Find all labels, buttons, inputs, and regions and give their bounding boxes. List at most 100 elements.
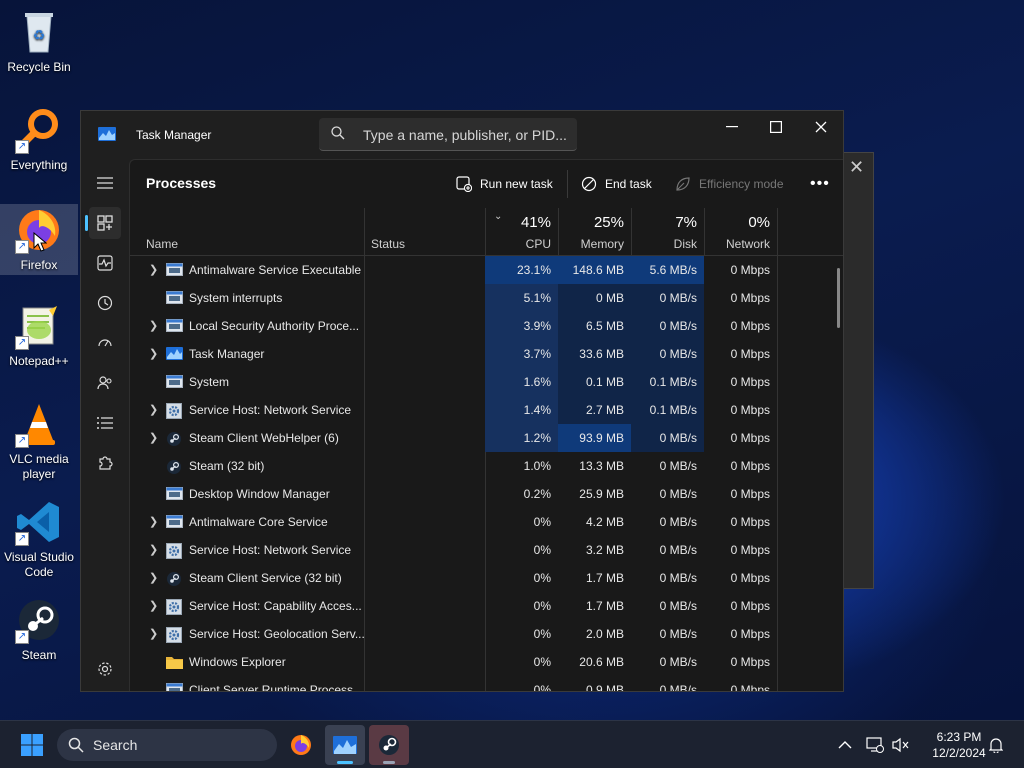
desktop-icon-everything[interactable]: ↗ Everything bbox=[0, 106, 78, 173]
service-icon bbox=[166, 375, 183, 391]
process-row[interactable]: ❯ Task Manager 3.7% 33.6 MB 0 MB/s 0 Mbps bbox=[130, 340, 843, 368]
service-icon bbox=[166, 263, 183, 279]
process-row[interactable]: ❯ Service Host: Network Service 1.4% 2.7 MB… bbox=[130, 396, 843, 424]
column-disk[interactable]: Disk bbox=[631, 237, 697, 251]
process-row[interactable]: Windows Explorer 0% 20.6 MB 0 MB/s 0 Mbps bbox=[130, 648, 843, 676]
start-button[interactable] bbox=[12, 725, 52, 765]
show-hidden-icons-button[interactable] bbox=[825, 725, 865, 765]
process-row[interactable]: ❯ Antimalware Service Executable 23.1% 148.… bbox=[130, 256, 843, 284]
chevron-right-icon[interactable]: ❯ bbox=[149, 403, 158, 416]
process-memory: 13.3 MB bbox=[579, 459, 624, 473]
process-name: Service Host: Network Service bbox=[189, 403, 352, 417]
process-disk: 0.1 MB/s bbox=[631, 396, 704, 424]
process-cpu: 0% bbox=[533, 571, 551, 585]
gear-icon bbox=[166, 599, 182, 618]
process-row[interactable]: Desktop Window Manager 0.2% 25.9 MB 0 MB/s 0… bbox=[130, 480, 843, 508]
process-row[interactable]: Steam (32 bit) 1.0% 13.3 MB 0 MB/s 0 Mbps bbox=[130, 452, 843, 480]
minimize-icon bbox=[726, 126, 738, 128]
taskbar-search[interactable]: Search bbox=[57, 729, 277, 761]
desktop-icon-vscode[interactable]: ↗ Visual Studio Code bbox=[0, 498, 78, 580]
nav-processes[interactable] bbox=[85, 207, 121, 239]
search-icon bbox=[331, 126, 345, 145]
desktop-icon-steam[interactable]: ↗ Steam bbox=[0, 596, 78, 663]
process-row[interactable]: ❯ Antimalware Core Service 0% 4.2 MB 0 MB/s 0… bbox=[130, 508, 843, 536]
process-row[interactable]: ❯ Service Host: Network Service 0% 3.2 MB 0 … bbox=[130, 536, 843, 564]
nav-app-history[interactable] bbox=[89, 287, 121, 319]
process-memory: 0.1 MB bbox=[558, 368, 631, 396]
run-new-task-button[interactable]: Run new task bbox=[456, 160, 553, 208]
maximize-button[interactable] bbox=[753, 111, 799, 143]
process-row[interactable]: ❯ Local Security Authority Proce... 3.9% 6.… bbox=[130, 312, 843, 340]
notifications-button[interactable] bbox=[982, 725, 1010, 765]
search-icon bbox=[68, 737, 84, 753]
desktop-icon-notepadpp[interactable]: ↗ Notepad++ bbox=[0, 302, 78, 369]
hamburger-menu-button[interactable] bbox=[89, 167, 121, 199]
desktop-icon-recycle-bin[interactable]: ♻ Recycle Bin bbox=[0, 8, 78, 75]
column-cpu-percent[interactable]: 41% bbox=[485, 214, 551, 231]
scrollbar-thumb[interactable] bbox=[837, 268, 840, 328]
chevron-right-icon[interactable]: ❯ bbox=[149, 543, 158, 556]
process-row[interactable]: ❯ Service Host: Geolocation Serv... 0% 2.0 … bbox=[130, 620, 843, 648]
taskmanager-icon bbox=[166, 347, 183, 363]
chevron-right-icon[interactable]: ❯ bbox=[149, 571, 158, 584]
process-cpu: 0% bbox=[533, 655, 551, 669]
running-indicator bbox=[337, 761, 353, 764]
process-disk: 0 MB/s bbox=[659, 515, 697, 529]
end-task-button[interactable]: End task bbox=[581, 160, 652, 208]
column-network-percent[interactable]: 0% bbox=[704, 214, 770, 231]
task-manager-window: Task Manager Type a name, publisher, or … bbox=[80, 110, 844, 692]
process-memory: 33.6 MB bbox=[558, 340, 631, 368]
process-disk: 0 MB/s bbox=[659, 599, 697, 613]
chevron-right-icon[interactable]: ❯ bbox=[149, 515, 158, 528]
process-row[interactable]: ❯ Steam Client WebHelper (6) 1.2% 93.9 MB 0 … bbox=[130, 424, 843, 452]
nav-details[interactable] bbox=[89, 407, 121, 439]
chevron-right-icon[interactable]: ❯ bbox=[149, 263, 158, 276]
column-name[interactable]: Name bbox=[146, 237, 178, 251]
nav-users[interactable] bbox=[89, 367, 121, 399]
chevron-right-icon[interactable]: ❯ bbox=[149, 431, 158, 444]
nav-performance[interactable] bbox=[89, 247, 121, 279]
close-button[interactable] bbox=[798, 111, 843, 143]
chevron-right-icon[interactable]: ❯ bbox=[149, 347, 158, 360]
gear-icon bbox=[166, 627, 182, 646]
process-search-box[interactable] bbox=[319, 118, 577, 151]
more-options-button[interactable]: ••• bbox=[810, 160, 830, 208]
column-disk-percent[interactable]: 7% bbox=[631, 214, 697, 231]
taskbar-task-manager[interactable] bbox=[325, 725, 365, 765]
bell-icon bbox=[989, 738, 1003, 753]
chevron-right-icon[interactable]: ❯ bbox=[149, 319, 158, 332]
desktop-icon-label: Steam bbox=[21, 648, 57, 662]
nav-startup-apps[interactable] bbox=[89, 327, 121, 359]
navigation-sidebar bbox=[81, 159, 129, 691]
column-status[interactable]: Status bbox=[371, 237, 405, 251]
search-input[interactable] bbox=[363, 126, 568, 144]
chevron-right-icon[interactable]: ❯ bbox=[149, 599, 158, 612]
nav-settings[interactable] bbox=[89, 653, 121, 685]
process-row[interactable]: System 1.6% 0.1 MB 0.1 MB/s 0 Mbps bbox=[130, 368, 843, 396]
firefox-icon bbox=[291, 735, 311, 755]
volume-button[interactable] bbox=[888, 725, 914, 765]
network-status-button[interactable] bbox=[862, 725, 888, 765]
column-memory-percent[interactable]: 25% bbox=[558, 214, 624, 231]
column-network[interactable]: Network bbox=[704, 237, 770, 251]
minimize-button[interactable] bbox=[709, 111, 755, 143]
column-memory[interactable]: Memory bbox=[558, 237, 624, 251]
process-row[interactable]: Client Server Runtime Process 0% 0.9 MB 0 M… bbox=[130, 676, 843, 692]
nav-services[interactable] bbox=[89, 447, 121, 479]
process-row[interactable]: ❯ Service Host: Capability Acces... 0% 1.7 … bbox=[130, 592, 843, 620]
chevron-up-icon bbox=[838, 741, 852, 749]
taskbar-steam[interactable] bbox=[369, 725, 409, 765]
taskbar-firefox[interactable] bbox=[281, 725, 321, 765]
process-row[interactable]: ❯ Steam Client Service (32 bit) 0% 1.7 MB 0 … bbox=[130, 564, 843, 592]
mouse-cursor-icon bbox=[33, 232, 47, 252]
desktop-icon-vlc[interactable]: ↗ VLC media player bbox=[0, 400, 78, 482]
process-row[interactable]: System interrupts 5.1% 0 MB 0 MB/s 0 Mbps bbox=[130, 284, 843, 312]
steam-icon bbox=[166, 459, 182, 478]
process-name: Service Host: Network Service bbox=[189, 543, 352, 557]
chevron-right-icon[interactable]: ❯ bbox=[149, 627, 158, 640]
efficiency-mode-button[interactable]: Efficiency mode bbox=[675, 160, 784, 208]
process-memory: 0.9 MB bbox=[585, 683, 624, 692]
column-cpu[interactable]: CPU bbox=[485, 237, 551, 251]
close-icon[interactable]: ✕ bbox=[849, 157, 864, 178]
details-list-icon bbox=[97, 417, 113, 429]
